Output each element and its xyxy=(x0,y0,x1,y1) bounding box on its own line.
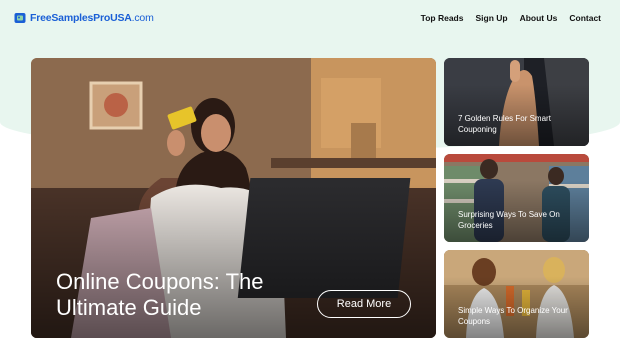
nav-sign-up[interactable]: Sign Up xyxy=(475,13,507,23)
card-title[interactable]: Simple Ways To Organize Your Coupons xyxy=(458,306,576,327)
article-card[interactable]: Surprising Ways To Save On Groceries xyxy=(444,154,589,242)
card-title[interactable]: 7 Golden Rules For Smart Couponing xyxy=(458,114,576,135)
featured-article[interactable]: Online Coupons: The Ultimate Guide Read … xyxy=(31,58,436,338)
read-more-button[interactable]: Read More xyxy=(317,290,411,318)
card-title[interactable]: Surprising Ways To Save On Groceries xyxy=(458,210,576,231)
nav-about-us[interactable]: About Us xyxy=(520,13,558,23)
article-card[interactable]: Simple Ways To Organize Your Coupons xyxy=(444,250,589,338)
nav-top-reads[interactable]: Top Reads xyxy=(421,13,464,23)
logo-text: FreeSamplesProUSA.com xyxy=(30,12,154,24)
site-logo[interactable]: FreeSamplesProUSA.com xyxy=(14,12,154,24)
tag-icon xyxy=(14,13,26,23)
hero-title[interactable]: Online Coupons: The Ultimate Guide xyxy=(56,269,306,321)
article-card[interactable]: 7 Golden Rules For Smart Couponing xyxy=(444,58,589,146)
main-nav: Top Reads Sign Up About Us Contact xyxy=(421,13,601,23)
site-header: FreeSamplesProUSA.com Top Reads Sign Up … xyxy=(0,0,620,38)
nav-contact[interactable]: Contact xyxy=(569,13,601,23)
